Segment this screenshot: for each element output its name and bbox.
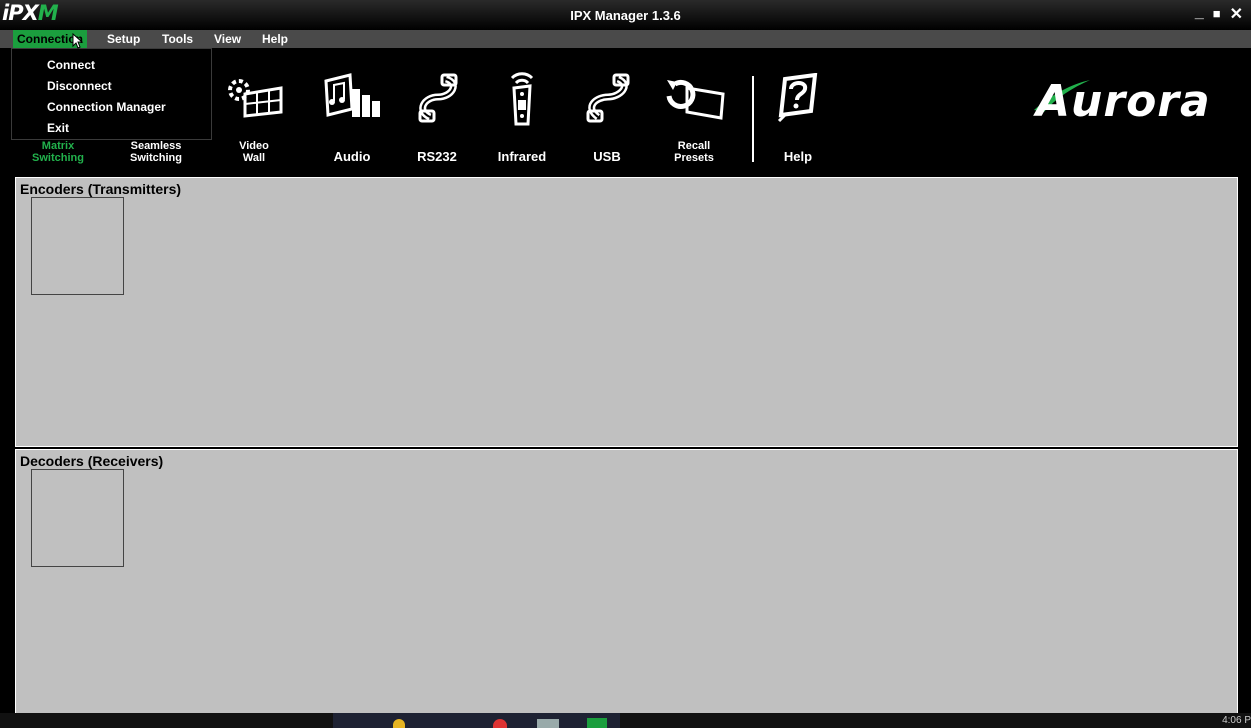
close-button[interactable]: ✕ <box>1230 4 1243 24</box>
help-icon <box>758 70 838 126</box>
taskbar-app-icon[interactable] <box>537 719 559 728</box>
taskbar: 4:06 P <box>0 713 1251 728</box>
usb-icon <box>567 70 647 126</box>
menu-item-disconnect[interactable]: Disconnect <box>47 79 112 93</box>
taskbar-app-icon[interactable] <box>493 719 507 728</box>
window-title: IPX Manager 1.3.6 <box>570 8 681 23</box>
infrared-icon <box>482 70 562 126</box>
toolbar-divider <box>752 76 754 162</box>
menu-item-connection-manager[interactable]: Connection Manager <box>47 100 166 114</box>
rs232-icon <box>397 70 477 126</box>
menu-item-exit[interactable]: Exit <box>47 121 69 135</box>
maximize-button[interactable]: ■ <box>1213 6 1221 24</box>
tool-label-line2: USB <box>593 149 621 164</box>
menu-view[interactable]: View <box>214 32 241 46</box>
tool-audio[interactable]: Audio <box>312 48 392 168</box>
connection-dropdown: Connect Disconnect Connection Manager Ex… <box>11 48 212 140</box>
decoder-slot[interactable] <box>31 469 124 567</box>
encoders-panel: Encoders (Transmitters) <box>15 177 1238 447</box>
tool-label-line2: Switching <box>130 152 182 164</box>
taskbar-apps <box>333 713 620 728</box>
encoder-slot[interactable] <box>31 197 124 295</box>
tool-infrared[interactable]: Infrared <box>482 48 562 168</box>
tool-label-line2: Infrared <box>497 149 547 164</box>
window-controls: _ ■ ✕ <box>1195 4 1243 24</box>
tool-label-line2: Switching <box>32 152 84 164</box>
tool-label-line2: Presets <box>674 152 714 164</box>
aurora-logo: Aurora <box>1036 76 1211 127</box>
tool-label-line2: RS232 <box>417 149 457 164</box>
tool-help[interactable]: Help <box>758 48 838 168</box>
menu-item-connect[interactable]: Connect <box>47 58 95 72</box>
mouse-cursor-icon <box>72 33 84 49</box>
decoders-title: Decoders (Receivers) <box>20 453 164 469</box>
menu-bar: Connection Setup Tools View Help <box>0 30 1251 48</box>
tool-rs232[interactable]: RS232 <box>397 48 477 168</box>
menu-tools[interactable]: Tools <box>162 32 193 46</box>
taskbar-clock: 4:06 P <box>1222 715 1251 726</box>
tool-label-line1: Seamless <box>130 140 182 152</box>
audio-icon <box>312 70 392 126</box>
tool-label-line1: Recall <box>677 140 711 152</box>
tool-label-line2: Wall <box>242 152 266 164</box>
tool-video-wall[interactable]: Video Wall <box>214 48 294 168</box>
tool-label-line2: Help <box>783 149 813 164</box>
tool-usb[interactable]: USB <box>567 48 647 168</box>
recall-presets-icon <box>654 70 734 126</box>
taskbar-app-icon[interactable] <box>587 718 607 728</box>
encoders-title: Encoders (Transmitters) <box>20 181 182 197</box>
tool-label-line2: Audio <box>333 149 371 164</box>
menu-help[interactable]: Help <box>262 32 288 46</box>
title-bar: iPXM IPX Manager 1.3.6 _ ■ ✕ <box>0 0 1251 30</box>
minimize-button[interactable]: _ <box>1195 4 1204 24</box>
tool-recall-presets[interactable]: Recall Presets <box>654 48 734 168</box>
taskbar-app-icon[interactable] <box>393 719 405 728</box>
menu-setup[interactable]: Setup <box>107 32 140 46</box>
decoders-panel: Decoders (Receivers) <box>15 449 1238 715</box>
tool-label-line1: Matrix <box>41 140 75 152</box>
video-wall-icon <box>214 70 294 126</box>
tool-label-line1: Video <box>239 140 269 152</box>
